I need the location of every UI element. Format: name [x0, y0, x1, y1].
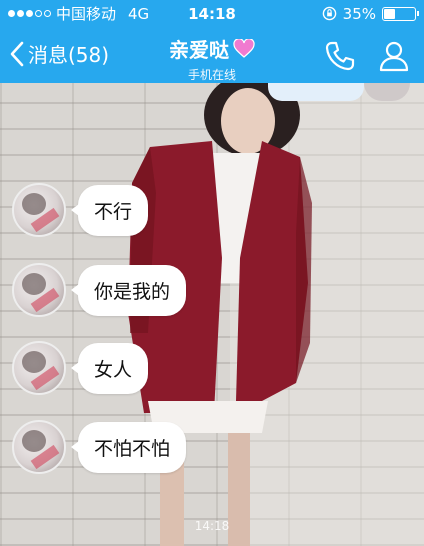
phone-icon [325, 41, 355, 71]
message-bubble[interactable]: 你是我的 [70, 264, 187, 316]
call-button[interactable] [324, 40, 356, 76]
status-bar: 中国移动 4G 14:18 35% [0, 0, 424, 27]
contact-avatar[interactable] [12, 183, 66, 237]
contact-avatar[interactable] [12, 263, 66, 317]
message-bubble[interactable]: 不行 [70, 184, 149, 236]
signal-strength-icon [8, 10, 51, 17]
contact-name-text: 亲爱哒 [169, 38, 229, 62]
heart-icon [233, 38, 255, 58]
status-time: 14:18 [188, 4, 236, 23]
battery-percent: 35% [342, 4, 376, 23]
message-row: 女人 [12, 341, 149, 395]
message-bubble[interactable]: 不怕不怕 [70, 421, 187, 473]
chat-area[interactable]: 不行 你是我的 女人 不怕不怕 14:18 [0, 83, 424, 546]
battery-icon [382, 6, 419, 21]
message-row: 不怕不怕 [12, 420, 187, 474]
message-row: 不行 [12, 183, 149, 237]
message-bubble[interactable]: 女人 [70, 342, 149, 394]
contact-avatar[interactable] [12, 341, 66, 395]
chat-header: 消息(58) 亲爱哒 手机在线 [0, 27, 424, 83]
previous-message-bubble [268, 83, 364, 101]
contact-profile-button[interactable] [378, 40, 410, 76]
person-icon [379, 41, 409, 72]
message-timestamp: 14:18 [194, 519, 230, 533]
online-status: 手机在线 [187, 68, 236, 82]
rotation-lock-icon [322, 6, 336, 21]
message-row: 你是我的 [12, 263, 187, 317]
contact-avatar[interactable] [12, 420, 66, 474]
network-type: 4G [128, 4, 150, 23]
carrier-name: 中国移动 [56, 5, 117, 23]
contact-name[interactable]: 亲爱哒 [169, 34, 255, 63]
